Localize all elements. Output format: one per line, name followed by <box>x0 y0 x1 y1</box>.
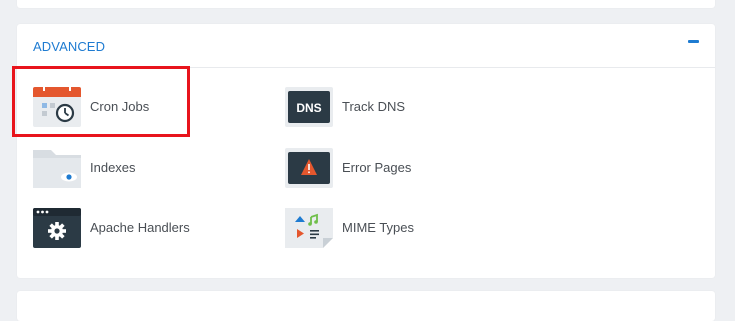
panel-title[interactable]: ADVANCED <box>33 39 105 54</box>
previous-panel <box>17 0 715 8</box>
tool-label: MIME Types <box>342 220 415 235</box>
window-gear-icon <box>33 208 81 248</box>
tool-error-pages[interactable]: Error Pages <box>285 148 505 192</box>
tool-label: Error Pages <box>342 160 412 175</box>
tool-apache-handlers[interactable]: Apache Handlers <box>33 208 253 252</box>
next-panel <box>17 291 715 321</box>
tool-label: Indexes <box>90 160 136 175</box>
panel-header[interactable]: ADVANCED <box>17 24 715 68</box>
dns-icon: DNS <box>285 87 333 127</box>
tool-label: Track DNS <box>342 99 406 114</box>
tool-indexes[interactable]: Indexes <box>33 148 253 192</box>
highlight-box <box>12 66 190 137</box>
folder-eye-icon <box>33 150 81 188</box>
tool-track-dns[interactable]: DNS Track DNS <box>285 87 505 131</box>
advanced-panel: ADVANCED Cron Jobs DNS Track DNS Indexes… <box>17 24 715 278</box>
warning-icon <box>285 148 333 188</box>
tool-label: Apache Handlers <box>90 220 190 235</box>
file-media-icon <box>285 208 333 248</box>
tool-mime-types[interactable]: MIME Types <box>285 208 505 252</box>
minus-icon[interactable] <box>688 40 699 43</box>
dns-icon-text: DNS <box>296 101 321 115</box>
